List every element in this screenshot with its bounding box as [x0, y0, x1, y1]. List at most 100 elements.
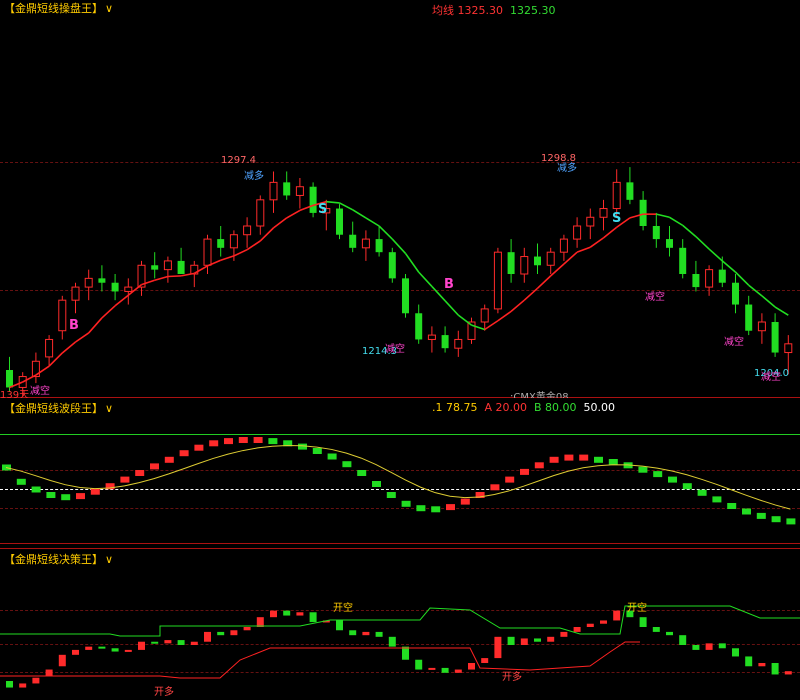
- decision-bar: [573, 627, 581, 632]
- decision-bar: [19, 683, 27, 688]
- ma-segment: [682, 224, 697, 238]
- candle-body: [124, 286, 133, 292]
- osc-block: [431, 506, 441, 513]
- ma-segment: [774, 306, 789, 316]
- osc-block: [164, 456, 174, 463]
- decision-bar: [58, 654, 66, 667]
- decision-bar: [718, 643, 726, 649]
- osc-block: [668, 476, 677, 483]
- candle-body: [507, 252, 515, 274]
- sell-signal-marker[interactable]: S: [612, 211, 621, 226]
- ma-segment: [669, 216, 684, 227]
- osc-block: [135, 470, 145, 476]
- ma-segment: [708, 248, 723, 262]
- candle-body: [599, 208, 608, 218]
- osc-block: [357, 470, 367, 476]
- candle-body: [388, 252, 396, 279]
- ma-segment: [523, 287, 539, 301]
- candle-body: [559, 238, 568, 253]
- ma-segment: [326, 200, 340, 204]
- ma-segment: [761, 295, 776, 308]
- decision-bar: [600, 620, 607, 624]
- candle-body: [269, 181, 278, 201]
- osc-block: [460, 498, 470, 505]
- decision-panel[interactable]: 【金鼎短线决策王】 ∨ 开空 开空 开多 开多: [0, 548, 800, 700]
- candle-body: [586, 216, 595, 227]
- open-short-label: 开空: [627, 603, 647, 614]
- osc-block: [179, 450, 189, 457]
- candle-body: [309, 186, 317, 213]
- osc-block: [386, 492, 396, 498]
- candle-body: [784, 343, 793, 354]
- osc-block: [16, 478, 26, 485]
- decision-bar: [520, 638, 528, 645]
- decision-bar: [190, 641, 198, 645]
- decision-bar: [151, 641, 159, 644]
- osc-block: [298, 443, 307, 450]
- ma-segment: [444, 300, 459, 316]
- candle-body: [203, 238, 212, 266]
- decision-bar: [204, 631, 211, 642]
- osc-block: [771, 516, 781, 523]
- candle-body: [45, 338, 54, 358]
- osc-block: [90, 488, 100, 495]
- osc-block: [61, 494, 71, 501]
- ma-segment: [61, 341, 77, 354]
- decision-bar: [283, 610, 291, 616]
- oscillator-panel[interactable]: 【金鼎短线波段王】 ∨ .1 78.75 A 20.00 B 80.00 50.0…: [0, 398, 800, 548]
- main-price-panel[interactable]: 【金鼎短线操盘王】 ∨ 均线 1325.30 1325.30 139天 :CMX黄…: [0, 0, 800, 398]
- reduce-long-label: 减多: [244, 171, 264, 182]
- decision-bar: [388, 636, 396, 647]
- osc-block: [342, 461, 352, 468]
- decision-chart[interactable]: [0, 548, 800, 700]
- osc-block: [312, 448, 322, 454]
- decision-bar: [639, 617, 647, 627]
- ma-segment: [365, 217, 380, 227]
- decision-bar: [138, 641, 145, 650]
- resistance-line: [0, 605, 800, 637]
- candle-body: [151, 265, 159, 270]
- osc-block: [416, 505, 426, 512]
- osc-block: [209, 440, 219, 447]
- ma-segment: [404, 252, 420, 273]
- decision-bar: [349, 630, 357, 636]
- candle-body: [573, 225, 582, 240]
- osc-block: [446, 504, 455, 511]
- ma-segment: [75, 332, 90, 343]
- decision-bar: [45, 669, 53, 677]
- osc-block: [638, 466, 648, 473]
- ma-segment: [748, 284, 763, 297]
- osc-block: [46, 492, 56, 498]
- decision-bar: [705, 643, 713, 650]
- sell-signal-marker[interactable]: S: [318, 202, 327, 217]
- osc-block: [653, 471, 663, 478]
- candle-body: [441, 335, 449, 349]
- decision-bar: [758, 663, 766, 667]
- oscillator-chart[interactable]: [0, 398, 800, 548]
- candle-body: [402, 278, 409, 314]
- ma-segment: [457, 314, 472, 326]
- buy-signal-marker[interactable]: B: [444, 277, 454, 292]
- osc-block: [594, 456, 603, 463]
- candle-body: [520, 256, 529, 275]
- osc-block: [608, 459, 618, 465]
- osc-block: [579, 454, 589, 461]
- decision-bar: [362, 631, 370, 636]
- candle-body: [480, 308, 489, 323]
- reduce-short-label: 减空: [761, 372, 781, 383]
- decision-bar: [547, 636, 555, 642]
- candle-body: [375, 239, 383, 253]
- osc-block: [224, 438, 233, 445]
- decision-bar: [494, 636, 502, 659]
- ma-segment: [259, 227, 275, 242]
- osc-block: [520, 468, 529, 475]
- osc-block: [712, 496, 722, 503]
- reduce-short-label: 减空: [385, 344, 405, 355]
- candle-body: [626, 182, 634, 200]
- decision-bar: [534, 638, 541, 642]
- price-chart[interactable]: [0, 0, 800, 398]
- ma-segment: [286, 209, 301, 219]
- candle-body: [639, 199, 647, 226]
- osc-block: [194, 444, 204, 451]
- buy-signal-marker[interactable]: B: [69, 318, 79, 333]
